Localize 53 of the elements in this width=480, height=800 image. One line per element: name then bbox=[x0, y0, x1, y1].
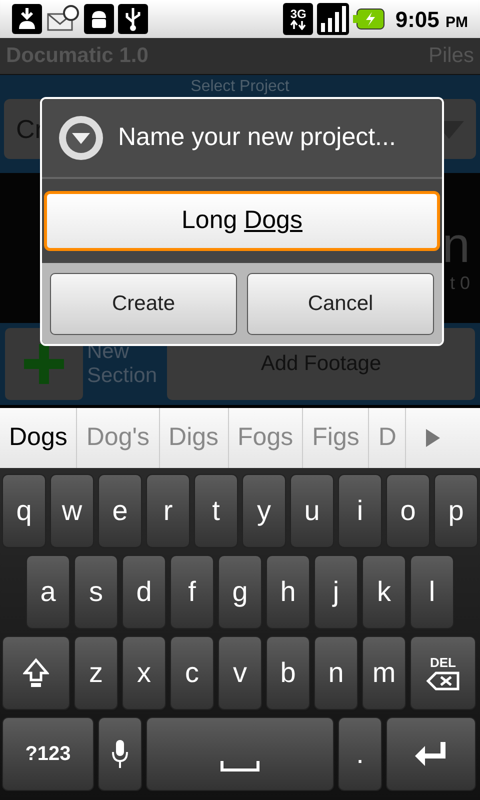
data-arrows-icon bbox=[289, 20, 308, 30]
key[interactable]: f bbox=[170, 555, 214, 629]
network-indicator: 3G bbox=[283, 3, 314, 35]
key[interactable]: u bbox=[290, 474, 334, 548]
symbols-key[interactable]: ?123 bbox=[2, 717, 94, 791]
key[interactable]: b bbox=[266, 636, 310, 710]
more-arrow-icon[interactable] bbox=[426, 429, 440, 447]
plus-icon bbox=[21, 341, 67, 387]
select-project-label: Select Project bbox=[190, 77, 290, 97]
key[interactable]: z bbox=[74, 636, 118, 710]
dialog-button[interactable]: Cancel bbox=[247, 272, 434, 334]
key[interactable]: d bbox=[122, 555, 166, 629]
key[interactable]: k bbox=[362, 555, 406, 629]
signal-icon bbox=[317, 3, 350, 35]
key[interactable]: g bbox=[218, 555, 262, 629]
key[interactable]: t bbox=[194, 474, 238, 548]
usb-icon bbox=[118, 4, 148, 34]
key[interactable]: m bbox=[362, 636, 406, 710]
key[interactable]: s bbox=[74, 555, 118, 629]
delete-key[interactable]: DEL bbox=[410, 636, 476, 710]
space-icon bbox=[220, 760, 260, 772]
microphone-icon bbox=[110, 738, 130, 770]
key[interactable]: v bbox=[218, 636, 262, 710]
key[interactable]: y bbox=[242, 474, 286, 548]
key[interactable]: p bbox=[434, 474, 478, 548]
dialog-title: Name your new project... bbox=[118, 122, 396, 154]
enter-key[interactable] bbox=[386, 717, 476, 791]
key[interactable]: l bbox=[410, 555, 454, 629]
shift-key[interactable] bbox=[2, 636, 70, 710]
key[interactable]: . bbox=[338, 717, 382, 791]
backspace-icon bbox=[426, 670, 460, 690]
key[interactable]: i bbox=[338, 474, 382, 548]
shift-icon bbox=[23, 658, 49, 688]
project-name-field[interactable]: Long Dogs bbox=[44, 191, 440, 251]
key[interactable]: j bbox=[314, 555, 358, 629]
dropdown-circle-icon bbox=[58, 115, 104, 161]
key[interactable]: w bbox=[50, 474, 94, 548]
key[interactable]: h bbox=[266, 555, 310, 629]
battery-icon bbox=[353, 8, 386, 30]
key[interactable]: c bbox=[170, 636, 214, 710]
key[interactable]: x bbox=[122, 636, 166, 710]
key[interactable]: o bbox=[386, 474, 430, 548]
clock: 9:05 PM bbox=[395, 6, 468, 34]
download-icon bbox=[12, 4, 42, 34]
key[interactable]: q bbox=[2, 474, 46, 548]
key[interactable]: n bbox=[314, 636, 358, 710]
suggestion[interactable]: Dogs bbox=[0, 419, 76, 457]
key[interactable]: a bbox=[26, 555, 70, 629]
key[interactable]: r bbox=[146, 474, 190, 548]
email-icon bbox=[46, 4, 80, 34]
key[interactable]: e bbox=[98, 474, 142, 548]
dialog-button[interactable]: Create bbox=[50, 272, 237, 334]
microphone-key[interactable] bbox=[98, 717, 142, 791]
